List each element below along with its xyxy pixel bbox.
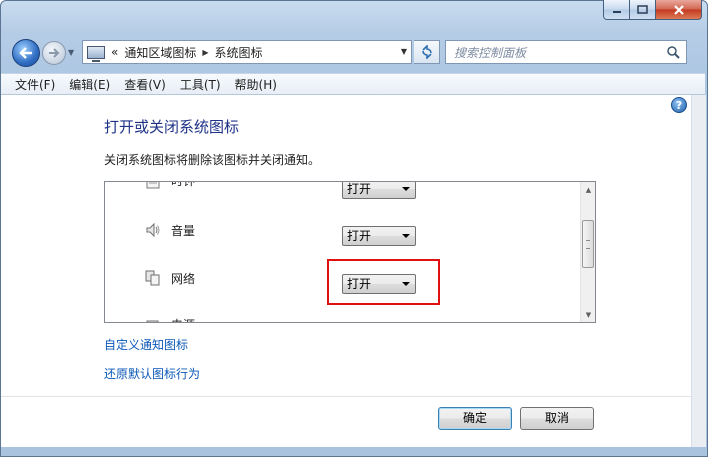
list-row-clock: 时钟 打开 bbox=[105, 181, 581, 210]
page-description: 关闭系统图标将删除该图标并关闭通知。 bbox=[104, 153, 321, 167]
maximize-icon bbox=[637, 5, 648, 14]
menu-tools[interactable]: 工具(T) bbox=[180, 76, 221, 93]
refresh-button[interactable] bbox=[414, 40, 440, 64]
behavior-select-value: 打开 bbox=[347, 229, 372, 243]
power-icon bbox=[146, 320, 159, 322]
breadcrumb-separator-icon[interactable]: ▶ bbox=[202, 48, 208, 57]
menu-file[interactable]: 文件(F) bbox=[15, 76, 55, 93]
behavior-select[interactable]: 打开 bbox=[342, 182, 416, 199]
window-controls bbox=[603, 0, 702, 20]
close-button[interactable] bbox=[656, 0, 702, 20]
minimize-icon bbox=[612, 10, 621, 13]
network-icon bbox=[145, 270, 160, 286]
search-box[interactable]: 搜索控制面板 bbox=[445, 40, 687, 64]
menu-view[interactable]: 查看(V) bbox=[124, 76, 166, 93]
content-scrollbar[interactable] bbox=[691, 95, 706, 447]
refresh-icon bbox=[421, 45, 432, 59]
cancel-button[interactable]: 取消 bbox=[520, 407, 594, 430]
list-row-label: 网络 bbox=[171, 272, 196, 286]
speaker-icon bbox=[146, 222, 160, 238]
page-title: 打开或关闭系统图标 bbox=[104, 118, 240, 136]
divider bbox=[1, 396, 691, 397]
help-icon[interactable]: ? bbox=[671, 97, 687, 113]
address-bar[interactable]: « 通知区域图标 ▶ 系统图标 ▼ bbox=[82, 40, 412, 64]
list-row-volume: 音量 打开 bbox=[105, 214, 581, 262]
list-scrollbar[interactable]: ▲ ▼ bbox=[580, 182, 595, 322]
list-row-label: 电源 bbox=[171, 316, 195, 322]
list-row-power: 电源 打开 bbox=[105, 310, 581, 323]
forward-arrow-icon bbox=[49, 48, 60, 58]
highlight-box bbox=[327, 259, 440, 305]
minimize-button[interactable] bbox=[603, 0, 630, 20]
dropdown-arrow-icon bbox=[402, 234, 410, 238]
history-dropdown-icon[interactable]: ▼ bbox=[68, 48, 74, 57]
address-overflow[interactable]: « bbox=[111, 45, 118, 59]
address-dropdown-icon[interactable]: ▼ bbox=[401, 47, 407, 56]
menu-bar: 文件(F) 编辑(E) 查看(V) 工具(T) 帮助(H) bbox=[1, 73, 705, 95]
ok-button[interactable]: 确定 bbox=[438, 407, 512, 430]
customize-notification-icons-link[interactable]: 自定义通知图标 bbox=[104, 336, 188, 353]
back-arrow-icon bbox=[19, 47, 32, 59]
control-panel-icon bbox=[87, 45, 105, 62]
maximize-button[interactable] bbox=[630, 0, 656, 20]
clock-icon bbox=[146, 182, 160, 189]
behavior-select[interactable]: 打开 bbox=[342, 322, 416, 323]
breadcrumb-notification-area-icons[interactable]: 通知区域图标 bbox=[124, 44, 196, 61]
breadcrumb-system-icons[interactable]: 系统图标 bbox=[215, 44, 263, 61]
list-row-label: 音量 bbox=[171, 224, 196, 238]
list-row-label: 时钟 bbox=[171, 181, 196, 188]
back-button[interactable] bbox=[12, 39, 40, 67]
search-input[interactable]: 搜索控制面板 bbox=[454, 44, 526, 61]
menu-help[interactable]: 帮助(H) bbox=[235, 76, 277, 93]
scroll-down-icon[interactable]: ▼ bbox=[581, 307, 595, 322]
behavior-select-value: 打开 bbox=[347, 182, 372, 196]
menu-edit[interactable]: 编辑(E) bbox=[69, 76, 110, 93]
search-icon[interactable] bbox=[666, 45, 680, 59]
behavior-select[interactable]: 打开 bbox=[342, 226, 416, 246]
forward-button[interactable] bbox=[42, 41, 66, 65]
scroll-up-icon[interactable]: ▲ bbox=[581, 182, 595, 197]
scroll-thumb[interactable] bbox=[582, 220, 594, 268]
close-icon bbox=[673, 4, 684, 15]
dropdown-arrow-icon bbox=[402, 187, 410, 191]
restore-default-icon-behaviors-link[interactable]: 还原默认图标行为 bbox=[104, 365, 200, 382]
